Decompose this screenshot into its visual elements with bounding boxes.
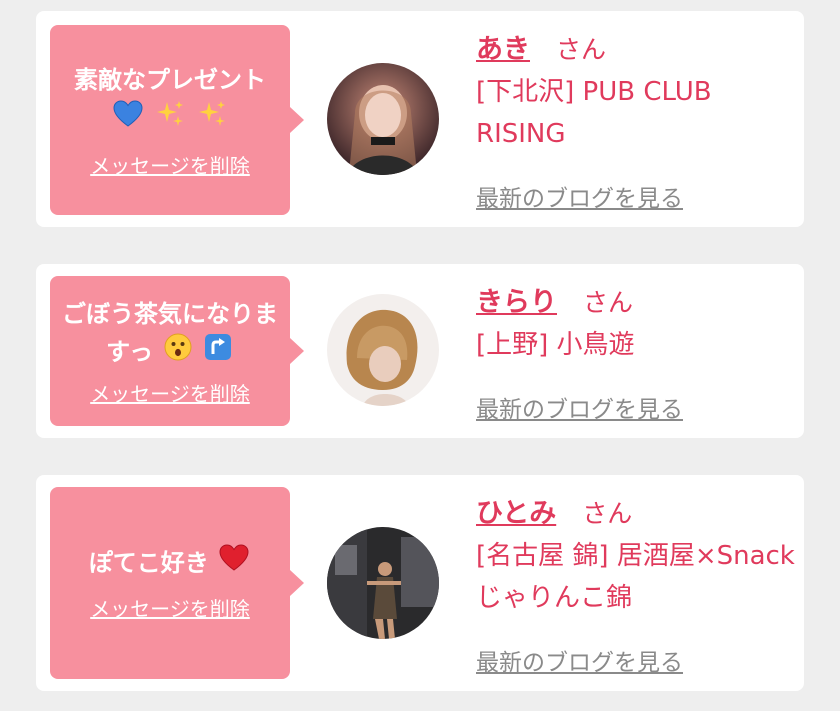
shop-name: [下北沢] PUB CLUB RISING (476, 77, 712, 149)
delete-message-link[interactable]: メッセージを削除 (90, 593, 250, 622)
delete-message-link[interactable]: メッセージを削除 (90, 378, 250, 407)
message-bubble: 素敵なプレゼント メッセージを削除 (50, 25, 304, 215)
message-card: ぽてこ好き メッセージを削除 ひとみ さん [名古屋 錦] 居酒屋×Snack … (36, 475, 804, 691)
message-bubble: ぽてこ好き メッセージを削除 (50, 487, 304, 679)
user-info: きらり さん [上野] 小鳥遊 (476, 280, 796, 366)
message-card: 素敵なプレゼント メッセージを削除 あき さん [下北沢] PUB CLUB R… (36, 11, 804, 227)
honorific: さん (583, 288, 634, 317)
avatar[interactable] (327, 294, 439, 406)
sparkles-icon (155, 99, 185, 140)
avatar[interactable] (327, 527, 439, 639)
sparkles-icon (197, 99, 227, 140)
honorific: さん (582, 499, 633, 528)
user-info: ひとみ さん [名古屋 錦] 居酒屋×Snack じゃりんこ錦 (476, 491, 796, 619)
latest-blog-link[interactable]: 最新のブログを見る (476, 643, 683, 677)
message-text: ぽてこ好き (81, 544, 259, 584)
user-info: あき さん [下北沢] PUB CLUB RISING (476, 27, 796, 155)
message-text: 素敵なプレゼント (66, 61, 274, 140)
user-name-link[interactable]: あき (476, 27, 530, 66)
delete-message-link[interactable]: メッセージを削除 (90, 150, 250, 179)
red-heart-icon (219, 544, 249, 583)
honorific: さん (556, 35, 607, 64)
blue-heart-icon (113, 100, 143, 139)
message-text: ごぼう茶気になりますっ (50, 295, 290, 373)
arrow-up-right-icon (204, 333, 232, 372)
message-bubble: ごぼう茶気になりますっ メッセージを削除 (50, 276, 304, 426)
user-name-link[interactable]: ひとみ (476, 491, 556, 530)
hushed-face-icon (164, 333, 192, 372)
message-list: 素敵なプレゼント メッセージを削除 あき さん [下北沢] PUB CLUB R… (0, 0, 840, 711)
message-card: ごぼう茶気になりますっ メッセージを削除 きらり さん [上野] 小鳥遊 最新の… (36, 264, 804, 438)
user-name-link[interactable]: きらり (476, 280, 557, 319)
shop-name: [上野] 小鳥遊 (476, 330, 635, 360)
shop-name: [名古屋 錦] 居酒屋×Snack じゃりんこ錦 (476, 541, 795, 613)
latest-blog-link[interactable]: 最新のブログを見る (476, 179, 683, 213)
avatar[interactable] (327, 63, 439, 175)
latest-blog-link[interactable]: 最新のブログを見る (476, 390, 683, 424)
